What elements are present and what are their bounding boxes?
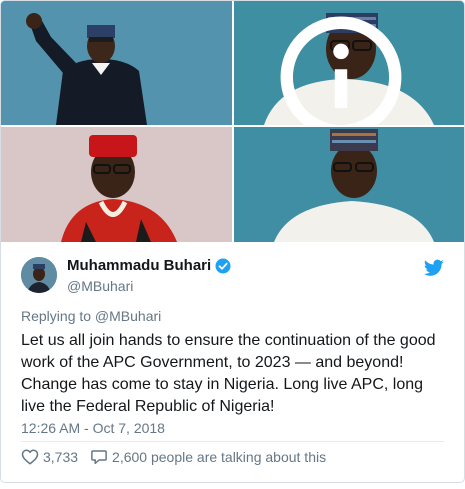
divider: [21, 441, 444, 442]
like-button[interactable]: 3,733: [21, 448, 78, 466]
photo-grid[interactable]: [1, 1, 464, 242]
like-count: 3,733: [43, 449, 79, 465]
heart-icon: [21, 449, 39, 465]
talking-count: 2,600 people are talking about this: [112, 449, 327, 465]
tweet-actions: 3,733 2,600 people are talking about thi…: [21, 448, 326, 466]
comment-icon: [91, 450, 107, 465]
display-name[interactable]: Muhammadu Buhari: [67, 257, 211, 274]
author-handle[interactable]: @MBuhari: [67, 278, 133, 294]
author-name-row[interactable]: Muhammadu Buhari: [67, 257, 231, 274]
photo-2[interactable]: [234, 1, 464, 125]
info-icon[interactable]: [234, 15, 456, 125]
tweet-timestamp[interactable]: 12:26 AM - Oct 7, 2018: [21, 420, 165, 436]
twitter-bird-icon[interactable]: [424, 259, 444, 277]
photo-1[interactable]: [1, 1, 232, 125]
conversation-link[interactable]: 2,600 people are talking about this: [90, 448, 326, 466]
photo-4[interactable]: [234, 127, 464, 242]
verified-badge-icon: [215, 258, 231, 273]
tweet-body: Muhammadu Buhari @MBuhari Replying to @M…: [1, 242, 464, 482]
photo-3[interactable]: [1, 127, 232, 242]
tweet-card: Muhammadu Buhari @MBuhari Replying to @M…: [0, 0, 465, 483]
replying-to[interactable]: Replying to @MBuhari: [21, 308, 161, 324]
avatar[interactable]: [21, 257, 57, 293]
tweet-text: Let us all join hands to ensure the cont…: [21, 332, 436, 415]
